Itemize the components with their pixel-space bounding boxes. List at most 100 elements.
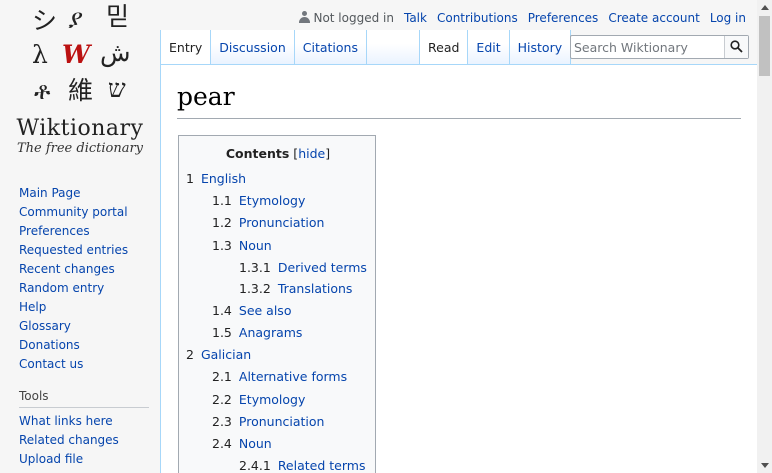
- tools-list: What links here Related changes Upload f…: [0, 413, 160, 470]
- logo-glyph: W: [62, 40, 91, 69]
- scroll-down-arrow-icon[interactable]: [761, 463, 769, 468]
- logo-glyph: 維: [68, 76, 94, 105]
- toc-text: Related terms: [277, 458, 366, 473]
- toc-link[interactable]: 1.3.1 Derived terms: [239, 260, 367, 275]
- toc-link[interactable]: 1 English: [186, 171, 246, 186]
- tab-edit[interactable]: Edit: [468, 30, 510, 64]
- tab-citations-label[interactable]: Citations: [303, 40, 358, 55]
- nav-donations[interactable]: Donations: [19, 338, 80, 352]
- scroll-up-arrow-icon[interactable]: [761, 5, 769, 10]
- toc-number: 1.1: [212, 193, 232, 209]
- nav-main-page[interactable]: Main Page: [19, 186, 81, 200]
- nav-help[interactable]: Help: [19, 300, 46, 314]
- toc-text: Etymology: [238, 391, 306, 407]
- tab-history[interactable]: History: [509, 30, 572, 64]
- create-account-link[interactable]: Create account: [608, 11, 700, 25]
- personal-tools: Not logged in Talk Contributions Prefere…: [298, 9, 746, 27]
- toc-number: 2.2: [212, 391, 232, 407]
- toc-number: 2.4: [212, 435, 232, 451]
- toc-text: See also: [238, 302, 292, 318]
- wiktionary-logo[interactable]: シ ያ 믿 λ W ش ቶ 維 ש Wiktionary The free di…: [0, 0, 160, 165]
- toc-item: 1.2 Pronunciation: [186, 216, 367, 238]
- tools-heading: Tools: [19, 389, 149, 408]
- sidebar: Main Page Community portal Preferences R…: [0, 185, 160, 470]
- tools-upload-file[interactable]: Upload file: [19, 452, 83, 466]
- tools-related-changes[interactable]: Related changes: [19, 433, 119, 447]
- namespace-tabs: Entry Discussion Citations: [160, 30, 433, 64]
- toc-link[interactable]: 2 Galician: [186, 347, 251, 362]
- not-logged-in: Not logged in: [298, 11, 394, 25]
- log-in-link[interactable]: Log in: [710, 11, 746, 25]
- toc-number: 1.4: [212, 302, 232, 318]
- toc-text: Etymology: [238, 193, 306, 209]
- scrollbar-thumb[interactable]: [759, 16, 770, 76]
- preferences-link[interactable]: Preferences: [528, 11, 599, 25]
- toc-bracket-close: ]: [325, 146, 331, 161]
- toc-item: 2.1 Alternative forms: [186, 370, 367, 392]
- search-button[interactable]: [724, 36, 748, 58]
- tab-discussion-label[interactable]: Discussion: [219, 40, 285, 55]
- toc-text: Anagrams: [238, 324, 303, 340]
- toc-link[interactable]: 1.3.2 Translations: [239, 281, 352, 296]
- logo-glyph-grid: シ ያ 믿 λ W ش ቶ 維 ש: [28, 4, 138, 108]
- toc-number: 2: [186, 347, 194, 363]
- toc-number: 2.1: [212, 369, 232, 385]
- logo-glyph: ያ: [68, 4, 84, 33]
- toc-link[interactable]: 2.4.1 Related terms: [239, 458, 365, 473]
- toc-link[interactable]: 1.2 Pronunciation: [212, 215, 324, 230]
- nav-preferences[interactable]: Preferences: [19, 224, 90, 238]
- tools-what-links-here[interactable]: What links here: [19, 414, 113, 428]
- nav-recent-changes[interactable]: Recent changes: [19, 262, 115, 276]
- nav-random-entry[interactable]: Random entry: [19, 281, 104, 295]
- toc-item: 1 English: [186, 172, 367, 194]
- vertical-scrollbar[interactable]: [757, 0, 772, 473]
- toc-text: Galician: [200, 347, 252, 363]
- toc-link[interactable]: 1.1 Etymology: [212, 193, 305, 208]
- toc-item: 1.3.2 Translations: [186, 282, 367, 304]
- tab-entry-label: Entry: [169, 40, 203, 55]
- toc-link[interactable]: 2.3 Pronunciation: [212, 414, 324, 429]
- tab-citations[interactable]: Citations: [294, 30, 367, 64]
- toc-text: Pronunciation: [238, 413, 325, 429]
- toc-number: 1.5: [212, 324, 232, 340]
- toc-link[interactable]: 2.1 Alternative forms: [212, 369, 347, 384]
- toc-item: 2 Galician: [186, 348, 367, 370]
- toc-hide-toggle[interactable]: hide: [298, 146, 325, 161]
- nav-community-portal[interactable]: Community portal: [19, 205, 128, 219]
- nav-glossary[interactable]: Glossary: [19, 319, 71, 333]
- toc-item: 1.5 Anagrams: [186, 325, 367, 348]
- toc-item: 1.3.1 Derived terms: [186, 260, 367, 283]
- nav-contact-us[interactable]: Contact us: [19, 357, 83, 371]
- contributions-link[interactable]: Contributions: [437, 11, 518, 25]
- toc-number: 2.4.1: [239, 458, 271, 473]
- logo-glyph: λ: [32, 40, 48, 69]
- toc-title: Contents: [225, 146, 290, 161]
- not-logged-in-label: Not logged in: [313, 11, 394, 25]
- toc-link[interactable]: 2.2 Etymology: [212, 392, 305, 407]
- toc-link[interactable]: 1.3 Noun: [212, 238, 272, 253]
- tab-edit-label[interactable]: Edit: [476, 40, 500, 55]
- tab-history-label[interactable]: History: [518, 40, 562, 55]
- search-icon: [730, 40, 743, 53]
- toc-item: 1.4 See also: [186, 303, 367, 326]
- toc-title-row: Contents [hide]: [179, 146, 377, 161]
- tab-entry[interactable]: Entry: [160, 30, 212, 64]
- toc-text: Pronunciation: [238, 215, 325, 231]
- talk-link[interactable]: Talk: [404, 11, 427, 25]
- toc-link[interactable]: 1.4 See also: [212, 303, 291, 318]
- navigation-list: Main Page Community portal Preferences R…: [0, 185, 160, 375]
- toc-number: 1.3.2: [239, 281, 271, 297]
- toc-text: Noun: [238, 237, 272, 253]
- nav-requested-entries[interactable]: Requested entries: [19, 243, 128, 257]
- user-icon: [298, 11, 311, 24]
- toc-list: 1 English 1.1 Etymology 1.2 Pronunciation 1.3 N…: [186, 172, 367, 473]
- logo-glyph: ש: [108, 74, 126, 103]
- tab-read[interactable]: Read: [419, 30, 469, 64]
- table-of-contents: Contents [hide] 1 English 1.1 Etymology 1.2 P…: [178, 135, 376, 473]
- toc-item: 2.4 Noun: [186, 436, 367, 459]
- search-input[interactable]: [571, 36, 721, 58]
- toc-link[interactable]: 2.4 Noun: [212, 436, 272, 451]
- tab-discussion[interactable]: Discussion: [211, 30, 295, 64]
- toc-link[interactable]: 1.5 Anagrams: [212, 325, 302, 340]
- toc-item: 2.4.1 Related terms: [186, 459, 367, 473]
